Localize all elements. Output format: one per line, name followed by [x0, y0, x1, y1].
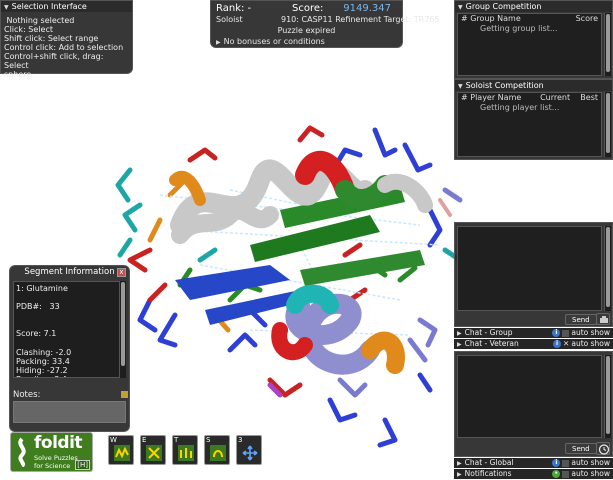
foldit-tagline-2: for Science — [34, 462, 71, 470]
notifications-tab[interactable]: ▶ Notifications • auto show — [454, 469, 613, 479]
chat-group-tab[interactable]: ▶ Chat - Group i auto show — [454, 328, 613, 338]
segment-information-panel: Segment Information x 1: Glutamine PDB#: … — [9, 265, 130, 432]
move-arrows-icon — [242, 445, 258, 461]
scrollbar-thumb[interactable] — [121, 282, 125, 366]
scrollbar-thumb[interactable] — [606, 227, 610, 307]
segment-details-scrollbar[interactable] — [119, 281, 126, 378]
player-list[interactable]: # Player Name Current Best Getting playe… — [457, 92, 602, 157]
chat-lower-panel: Send — [454, 351, 613, 457]
expand-triangle-icon[interactable]: ▶ — [457, 471, 462, 478]
shake-all-icon — [146, 445, 162, 461]
group-list-scrollbar[interactable] — [604, 13, 611, 76]
group-list[interactable]: # Group Name Score Getting group list... — [457, 13, 602, 76]
chat-upper-panel: Send — [454, 222, 613, 327]
info-icon[interactable]: i — [552, 459, 561, 467]
expand-triangle-icon[interactable]: ▶ — [457, 341, 462, 348]
toggle-square-icon[interactable] — [562, 470, 570, 478]
move-tool-button[interactable]: 3 — [236, 435, 262, 465]
shake-sidechains-button[interactable]: S — [204, 435, 230, 465]
group-competition-panel: ▼ Group Competition # Group Name Score Get… — [454, 0, 613, 79]
player-best-header[interactable]: Best — [580, 93, 598, 102]
auto-show-label[interactable]: auto show — [571, 469, 610, 478]
puzzle-status: Puzzle expired — [277, 26, 336, 35]
selection-interface-title[interactable]: ▼ Selection Interface — [1, 1, 132, 12]
soloist-competition-panel: ▼ Soloist Competition # Player Name Curre… — [454, 79, 613, 160]
help-hotkey[interactable]: [H] — [75, 460, 90, 470]
info-icon[interactable]: i — [553, 340, 562, 348]
segment-information-title[interactable]: Segment Information x — [10, 266, 129, 279]
collapse-triangle-icon[interactable]: ▼ — [458, 4, 463, 11]
chat-lower-log[interactable] — [457, 355, 602, 438]
foldit-logo[interactable]: foldit Solve Puzzles for Science [H] — [10, 432, 93, 472]
expand-triangle-icon[interactable]: ▶ — [457, 460, 462, 467]
clock-icon — [598, 444, 610, 455]
soloist-competition-title[interactable]: ▼ Soloist Competition — [455, 80, 612, 91]
player-list-scrollbar[interactable] — [604, 92, 611, 157]
helix-bottom — [271, 284, 405, 375]
notes-input[interactable] — [13, 401, 126, 423]
puzzle-title: 910: CASP11 Refinement Target: TR765 — [281, 15, 440, 24]
score-value: 9149.347 — [343, 3, 391, 14]
wiggle-all-button[interactable]: W — [108, 435, 134, 465]
scrollbar-thumb[interactable] — [606, 93, 610, 153]
group-score-header[interactable]: Score — [576, 14, 598, 24]
foldit-ribbon-icon — [18, 437, 26, 467]
shake-sidechains-icon — [210, 445, 226, 461]
rank-label: Rank: - — [216, 3, 252, 14]
auto-show-label[interactable]: auto show — [571, 339, 610, 348]
chat-lower-scrollbar[interactable] — [604, 355, 611, 438]
foldit-tagline: Solve Puzzles — [34, 454, 78, 462]
wiggle-sidechains-button[interactable]: T — [172, 435, 198, 465]
hotkey-label: 3 — [238, 436, 243, 444]
info-icon[interactable]: i — [552, 329, 561, 337]
toggle-square-icon[interactable] — [562, 459, 570, 467]
expand-triangle-icon[interactable]: ▶ — [457, 330, 462, 337]
collapse-triangle-icon[interactable]: ▼ — [458, 83, 463, 90]
conditions-label[interactable]: No bonuses or conditions — [224, 37, 325, 46]
selection-instructions: Nothing selected Click: Select Shift cli… — [4, 16, 124, 79]
foldit-brand: foldit — [34, 433, 83, 453]
close-x-icon[interactable]: ✕ — [563, 339, 569, 348]
auto-show-label[interactable]: auto show — [571, 328, 610, 337]
chat-lower-clock-button[interactable] — [596, 442, 610, 455]
ghost-icon — [600, 316, 608, 323]
toggle-square-icon[interactable] — [562, 329, 570, 337]
chat-veteran-tab[interactable]: ▶ Chat - Veteran i ✕ auto show — [454, 339, 613, 349]
chat-lower-send-button[interactable]: Send — [565, 443, 597, 454]
hotkey-label: S — [206, 436, 211, 444]
chat-upper-send-button[interactable]: Send — [565, 314, 597, 325]
hotkey-label: E — [142, 436, 147, 444]
chat-upper-scrollbar[interactable] — [604, 226, 611, 311]
segment-details: 1: Glutamine PDB#: 33 Score: 7.1 Clashin… — [13, 281, 126, 378]
scrollbar-thumb[interactable] — [606, 356, 610, 434]
score-label: Score: — [292, 3, 324, 14]
shake-all-button[interactable]: E — [140, 435, 166, 465]
notification-icon[interactable]: • — [552, 470, 561, 478]
hotkey-label: T — [174, 436, 179, 444]
group-competition-title[interactable]: ▼ Group Competition — [455, 1, 612, 12]
close-button[interactable]: x — [117, 268, 126, 277]
collapse-triangle-icon[interactable]: ▼ — [4, 4, 9, 11]
scrollbar-thumb[interactable] — [606, 14, 610, 72]
player-name-header[interactable]: # Player Name — [461, 93, 521, 103]
mode-label: Soloist — [216, 15, 243, 24]
player-list-placeholder: Getting player list... — [480, 103, 560, 112]
chat-upper-options-button[interactable] — [596, 313, 610, 325]
expand-triangle-icon[interactable]: ▶ — [216, 39, 221, 46]
notes-label: Notes: — [13, 390, 41, 400]
notes-lock-icon[interactable] — [121, 391, 128, 398]
player-current-header[interactable]: Current — [540, 93, 570, 102]
wiggle-all-icon — [114, 445, 130, 461]
wiggle-sidechains-icon — [178, 445, 194, 461]
chat-global-tab[interactable]: ▶ Chat - Global i auto show — [454, 458, 613, 468]
rank-score-panel: Rank: - Score: 9149.347 Soloist 910: CAS… — [210, 0, 440, 48]
group-list-placeholder: Getting group list... — [480, 24, 558, 33]
auto-show-label[interactable]: auto show — [571, 458, 610, 467]
chat-upper-log[interactable] — [457, 226, 602, 311]
group-name-header[interactable]: # Group Name — [461, 14, 521, 24]
selection-interface-panel: ▼ Selection Interface Nothing selected Cl… — [0, 0, 133, 79]
hotkey-label: W — [110, 436, 117, 444]
